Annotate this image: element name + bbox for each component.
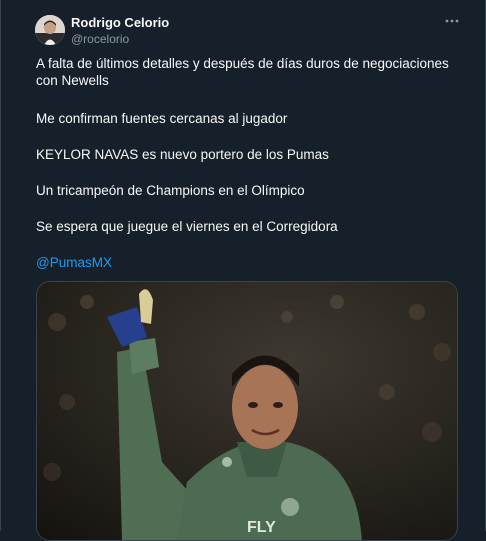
tweet-paragraph: Un tricampeón de Champions en el Olímpic… [36,183,305,198]
tweet-paragraph: Se espera que juegue el viernes en el Co… [36,219,338,234]
left-divider [0,0,1,531]
tweet-paragraph: A falta de últimos detalles y después de… [36,56,449,88]
tweet-header: Rodrigo Celorio @rocelorio [0,0,486,56]
more-dots-icon[interactable] [444,13,460,29]
author-name[interactable]: Rodrigo Celorio [71,15,169,30]
tweet-photo[interactable]: FLY [36,281,458,541]
avatar[interactable] [35,15,65,45]
tweet-paragraph: KEYLOR NAVAS es nuevo portero de los Pum… [36,147,329,162]
author-handle[interactable]: @rocelorio [71,32,129,46]
mention-link[interactable]: @PumasMX [36,254,112,271]
shirt-text: FLY [247,519,276,536]
tweet-paragraph: Me confirman fuentes cercanas al jugador [36,111,288,126]
